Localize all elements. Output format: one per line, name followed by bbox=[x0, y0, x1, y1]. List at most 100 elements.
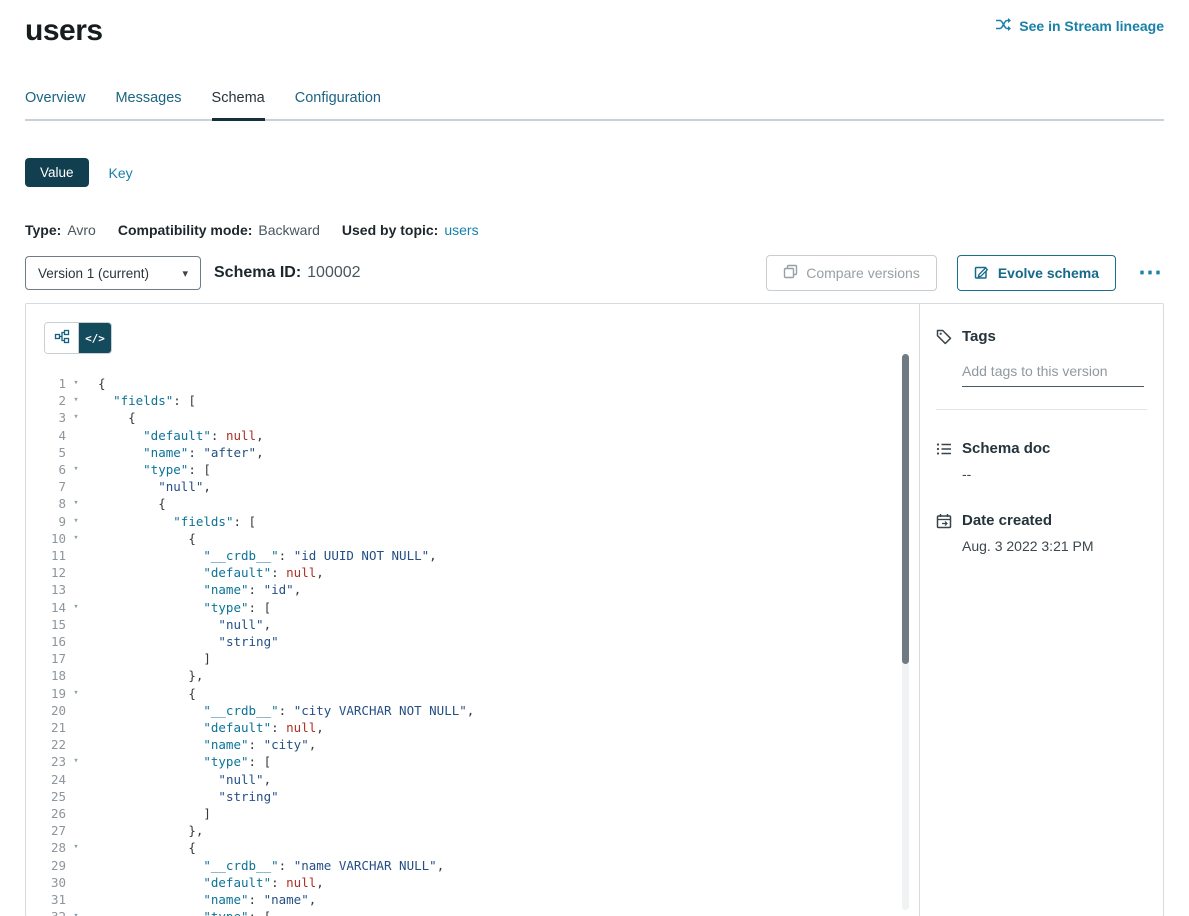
tab-bar: Overview Messages Schema Configuration bbox=[25, 90, 1164, 121]
editor-view-toggle: </> bbox=[44, 322, 112, 354]
code-line: 28▾ { bbox=[26, 839, 919, 856]
evolve-schema-button[interactable]: Evolve schema bbox=[957, 255, 1116, 291]
type-value: Avro bbox=[67, 222, 96, 238]
edit-schema-icon bbox=[974, 264, 990, 283]
code-line: 15 "null", bbox=[26, 616, 919, 633]
compatibility-mode-value: Backward bbox=[258, 222, 319, 238]
line-number: 31 bbox=[26, 891, 66, 908]
schema-meta-row: Type: Avro Compatibility mode: Backward … bbox=[25, 222, 1164, 238]
date-created-section: Date created Aug. 3 2022 3:21 PM bbox=[936, 512, 1147, 554]
code-text: "type": [ bbox=[86, 908, 271, 916]
line-number: 5 bbox=[26, 444, 66, 461]
code-text: ] bbox=[86, 650, 211, 667]
fold-toggle-icon[interactable]: ▾ bbox=[66, 530, 86, 547]
fold-spacer bbox=[66, 564, 86, 581]
tree-view-button[interactable] bbox=[45, 323, 78, 353]
code-text: "null", bbox=[86, 616, 271, 633]
code-line: 16 "string" bbox=[26, 633, 919, 650]
fold-spacer bbox=[66, 771, 86, 788]
code-line: 3▾ { bbox=[26, 409, 919, 426]
schema-sidebar: Tags Schema doc bbox=[919, 304, 1163, 916]
schema-doc-heading: Schema doc bbox=[962, 440, 1050, 457]
fold-toggle-icon[interactable]: ▾ bbox=[66, 461, 86, 478]
compare-versions-button[interactable]: Compare versions bbox=[766, 255, 937, 291]
fold-toggle-icon[interactable]: ▾ bbox=[66, 495, 86, 512]
tree-view-icon bbox=[54, 329, 70, 348]
code-line: 19▾ { bbox=[26, 685, 919, 702]
line-number: 16 bbox=[26, 633, 66, 650]
code-text: "name": "id", bbox=[86, 581, 301, 598]
code-text: { bbox=[86, 495, 166, 512]
schema-tab-content: Value Key Type: Avro Compatibility mode:… bbox=[0, 158, 1189, 916]
version-select[interactable]: Version 1 (current) ▾ bbox=[25, 256, 201, 290]
line-number: 6 bbox=[26, 461, 66, 478]
fold-spacer bbox=[66, 891, 86, 908]
code-text: { bbox=[86, 375, 106, 392]
tags-heading: Tags bbox=[962, 328, 996, 345]
line-number: 17 bbox=[26, 650, 66, 667]
fold-spacer bbox=[66, 788, 86, 805]
more-options-button[interactable]: ⋯ bbox=[1136, 261, 1164, 285]
schema-panel: </> 1▾{2▾ "fields": [3▾ {4 "default": nu… bbox=[25, 303, 1164, 916]
line-number: 18 bbox=[26, 667, 66, 684]
topic-link[interactable]: users bbox=[444, 222, 478, 238]
schema-doc-value: -- bbox=[962, 466, 1147, 482]
code-text: "null", bbox=[86, 771, 271, 788]
code-line: 7 "null", bbox=[26, 478, 919, 495]
line-number: 24 bbox=[26, 771, 66, 788]
code-text: "name": "after", bbox=[86, 444, 264, 461]
stream-lineage-link[interactable]: See in Stream lineage bbox=[995, 17, 1164, 35]
editor-scrollbar-thumb[interactable] bbox=[902, 354, 909, 664]
fold-toggle-icon[interactable]: ▾ bbox=[66, 375, 86, 392]
key-toggle-button[interactable]: Key bbox=[109, 165, 133, 181]
tab-messages[interactable]: Messages bbox=[115, 90, 181, 119]
fold-spacer bbox=[66, 874, 86, 891]
line-number: 22 bbox=[26, 736, 66, 753]
code-text: ] bbox=[86, 805, 211, 822]
fold-toggle-icon[interactable]: ▾ bbox=[66, 908, 86, 916]
fold-toggle-icon[interactable]: ▾ bbox=[66, 599, 86, 616]
fold-toggle-icon[interactable]: ▾ bbox=[66, 513, 86, 530]
fold-toggle-icon[interactable]: ▾ bbox=[66, 685, 86, 702]
used-by-topic-label: Used by topic: bbox=[342, 222, 438, 238]
value-key-toggle: Value Key bbox=[25, 158, 1164, 187]
code-line: 27 }, bbox=[26, 822, 919, 839]
add-tags-input[interactable] bbox=[962, 361, 1144, 387]
tag-icon bbox=[936, 329, 952, 345]
calendar-icon bbox=[936, 513, 952, 529]
fold-toggle-icon[interactable]: ▾ bbox=[66, 409, 86, 426]
code-text: "default": null, bbox=[86, 874, 324, 891]
fold-spacer bbox=[66, 616, 86, 633]
tab-configuration[interactable]: Configuration bbox=[295, 90, 381, 119]
code-line: 5 "name": "after", bbox=[26, 444, 919, 461]
code-view-icon: </> bbox=[85, 332, 105, 345]
line-number: 1 bbox=[26, 375, 66, 392]
value-toggle-button[interactable]: Value bbox=[25, 158, 89, 187]
compare-versions-label: Compare versions bbox=[806, 265, 920, 281]
code-line: 13 "name": "id", bbox=[26, 581, 919, 598]
fold-toggle-icon[interactable]: ▾ bbox=[66, 753, 86, 770]
type-label: Type: bbox=[25, 222, 61, 238]
code-text: }, bbox=[86, 822, 203, 839]
line-number: 30 bbox=[26, 874, 66, 891]
fold-toggle-icon[interactable]: ▾ bbox=[66, 839, 86, 856]
tab-overview[interactable]: Overview bbox=[25, 90, 85, 119]
compatibility-mode-label: Compatibility mode: bbox=[118, 222, 253, 238]
code-line: 31 "name": "name", bbox=[26, 891, 919, 908]
code-view-button[interactable]: </> bbox=[78, 323, 111, 353]
schema-doc-icon bbox=[936, 441, 952, 457]
page-header: users See in Stream lineage bbox=[0, 0, 1189, 48]
line-number: 19 bbox=[26, 685, 66, 702]
date-created-heading: Date created bbox=[962, 512, 1052, 529]
code-text: "type": [ bbox=[86, 461, 211, 478]
code-text: "fields": [ bbox=[86, 392, 196, 409]
line-number: 10 bbox=[26, 530, 66, 547]
tab-schema[interactable]: Schema bbox=[212, 90, 265, 119]
schema-doc-section: Schema doc -- bbox=[936, 440, 1147, 482]
code-line: 20 "__crdb__": "city VARCHAR NOT NULL", bbox=[26, 702, 919, 719]
fold-toggle-icon[interactable]: ▾ bbox=[66, 392, 86, 409]
code-line: 1▾{ bbox=[26, 375, 919, 392]
code-line: 29 "__crdb__": "name VARCHAR NULL", bbox=[26, 857, 919, 874]
line-number: 4 bbox=[26, 427, 66, 444]
editor-scrollbar[interactable] bbox=[902, 354, 909, 910]
